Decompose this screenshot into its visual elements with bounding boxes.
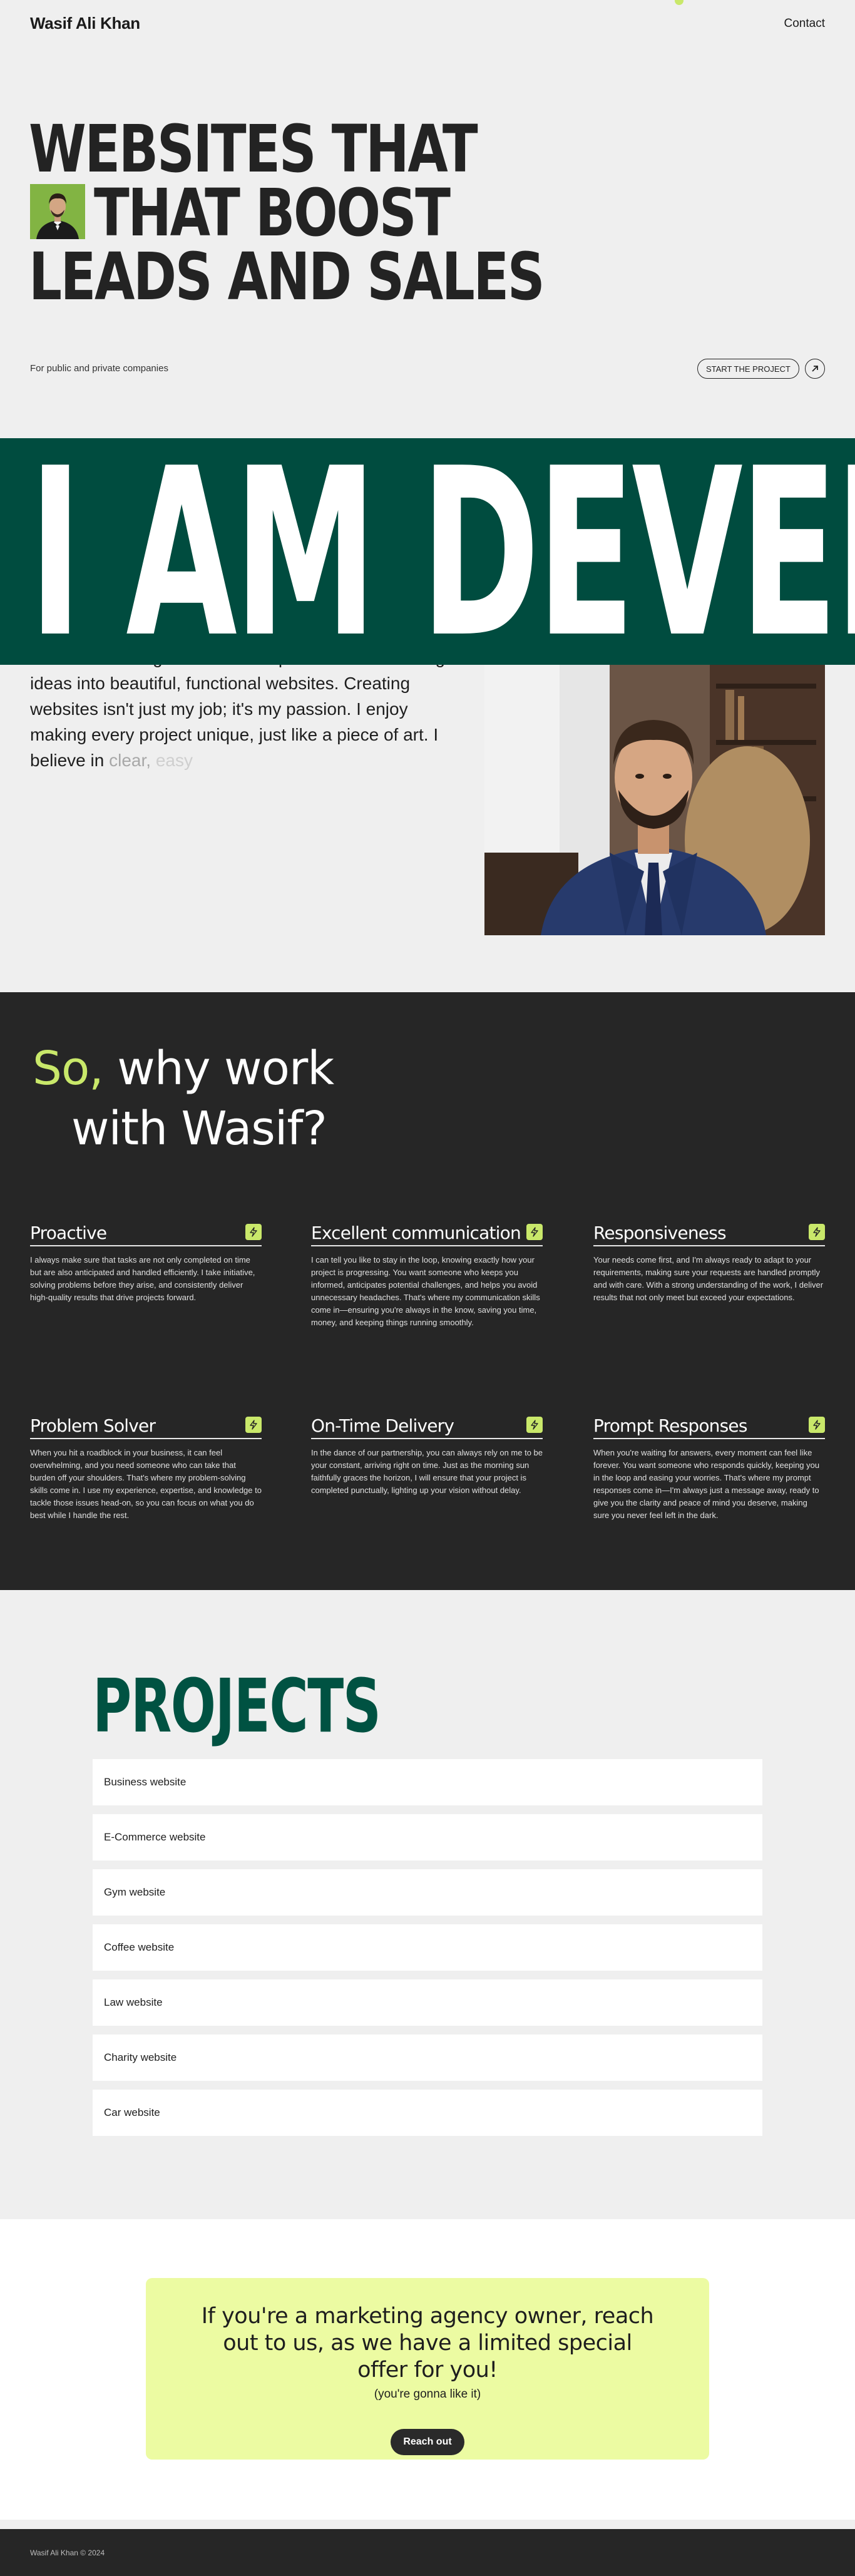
feature-card: Problem Solver When you hit a roadblock …	[30, 1410, 262, 1522]
project-item[interactable]: Car website	[93, 2090, 762, 2136]
feature-card: On-Time Delivery In the dance of our par…	[311, 1410, 543, 1497]
feature-description: When you hit a roadblock in your busines…	[30, 1448, 262, 1520]
lightning-bolt-icon	[526, 1417, 543, 1433]
feature-title: Excellent communication	[311, 1223, 521, 1243]
hero-subtitle: For public and private companies	[30, 363, 168, 374]
project-item[interactable]: Coffee website	[93, 1924, 762, 1971]
developer-banner: I AM DEVELOP	[0, 438, 855, 665]
feature-description: In the dance of our partnership, you can…	[311, 1448, 543, 1495]
hero-headline-line-2: THAT BOOST	[94, 175, 451, 251]
arrow-up-right-icon[interactable]	[805, 359, 825, 379]
feature-header: Responsiveness	[593, 1218, 825, 1246]
feature-header: Problem Solver	[30, 1410, 262, 1439]
lightning-bolt-icon	[809, 1224, 825, 1240]
contact-link[interactable]: Contact	[784, 17, 825, 31]
lightning-bolt-icon	[245, 1224, 262, 1240]
feature-title: Problem Solver	[30, 1415, 156, 1436]
hero-headline-line-1: WEBSITES THAT	[29, 111, 478, 187]
projects-title: PROJECTS	[93, 1663, 381, 1749]
banner-text: I AM DEVELOP	[29, 438, 855, 665]
project-item[interactable]: Law website	[93, 1979, 762, 2026]
feature-header: Excellent communication	[311, 1218, 543, 1246]
cta-section: If you're a marketing agency owner, reac…	[0, 2219, 855, 2520]
project-item[interactable]: Business website	[93, 1759, 762, 1805]
why-title: So, why work with Wasif?	[33, 1039, 334, 1159]
hero-headline-line-3: LEADS AND SALES	[29, 239, 545, 315]
cta-heading: If you're a marketing agency owner, reac…	[201, 2304, 654, 2383]
feature-description: I can tell you like to stay in the loop,…	[311, 1255, 540, 1327]
site-header: Wasif Ali Khan Contact	[0, 0, 855, 50]
accent-dot	[675, 0, 683, 5]
project-item[interactable]: Gym website	[93, 1869, 762, 1916]
feature-card: Excellent communication I can tell you l…	[311, 1218, 543, 1329]
project-item[interactable]: E-Commerce website	[93, 1814, 762, 1860]
feature-description: I always make sure that tasks are not on…	[30, 1255, 255, 1302]
why-section: So, why work with Wasif? Proactive I alwa…	[0, 992, 855, 1590]
page: Wasif Ali Khan Contact WEBSITES THAT THA…	[0, 0, 855, 2576]
feature-card: Responsiveness Your needs come first, an…	[593, 1218, 825, 1304]
feature-title: Proactive	[30, 1223, 107, 1243]
feature-title: Responsiveness	[593, 1223, 727, 1243]
cta-card: If you're a marketing agency owner, reac…	[146, 2278, 709, 2460]
start-project-button[interactable]: START THE PROJECT	[697, 359, 799, 379]
brand-name[interactable]: Wasif Ali Khan	[30, 14, 140, 33]
about-fade-word-1: clear,	[109, 751, 151, 770]
reach-out-button[interactable]: Reach out	[391, 2429, 464, 2455]
lightning-bolt-icon	[526, 1224, 543, 1240]
feature-header: Prompt Responses	[593, 1410, 825, 1439]
cta-subtext: (you're gonna like it)	[374, 2388, 481, 2401]
feature-card: Proactive I always make sure that tasks …	[30, 1218, 262, 1304]
about-text: I am a web designer and developer who lo…	[30, 648, 445, 770]
project-item[interactable]: Charity website	[93, 2035, 762, 2081]
lightning-bolt-icon	[809, 1417, 825, 1433]
why-title-accent: So,	[33, 1042, 104, 1096]
lightning-bolt-icon	[245, 1417, 262, 1433]
hero-portrait-image	[30, 184, 85, 239]
about-fade-word-2: easy	[155, 751, 193, 770]
profile-photo	[484, 665, 825, 935]
feature-description: Your needs come first, and I'm always re…	[593, 1255, 824, 1302]
feature-card: Prompt Responses When you're waiting for…	[593, 1410, 825, 1522]
site-footer: Wasif Ali Khan © 2024	[0, 2529, 855, 2576]
footer-copyright: Wasif Ali Khan © 2024	[30, 2548, 105, 2557]
feature-header: On-Time Delivery	[311, 1410, 543, 1439]
feature-description: When you're waiting for answers, every m…	[593, 1448, 820, 1520]
feature-title: On-Time Delivery	[311, 1415, 454, 1436]
feature-title: Prompt Responses	[593, 1415, 747, 1436]
feature-header: Proactive	[30, 1218, 262, 1246]
why-title-rest: why work	[103, 1042, 334, 1096]
why-title-line-2: with Wasif?	[71, 1102, 327, 1156]
